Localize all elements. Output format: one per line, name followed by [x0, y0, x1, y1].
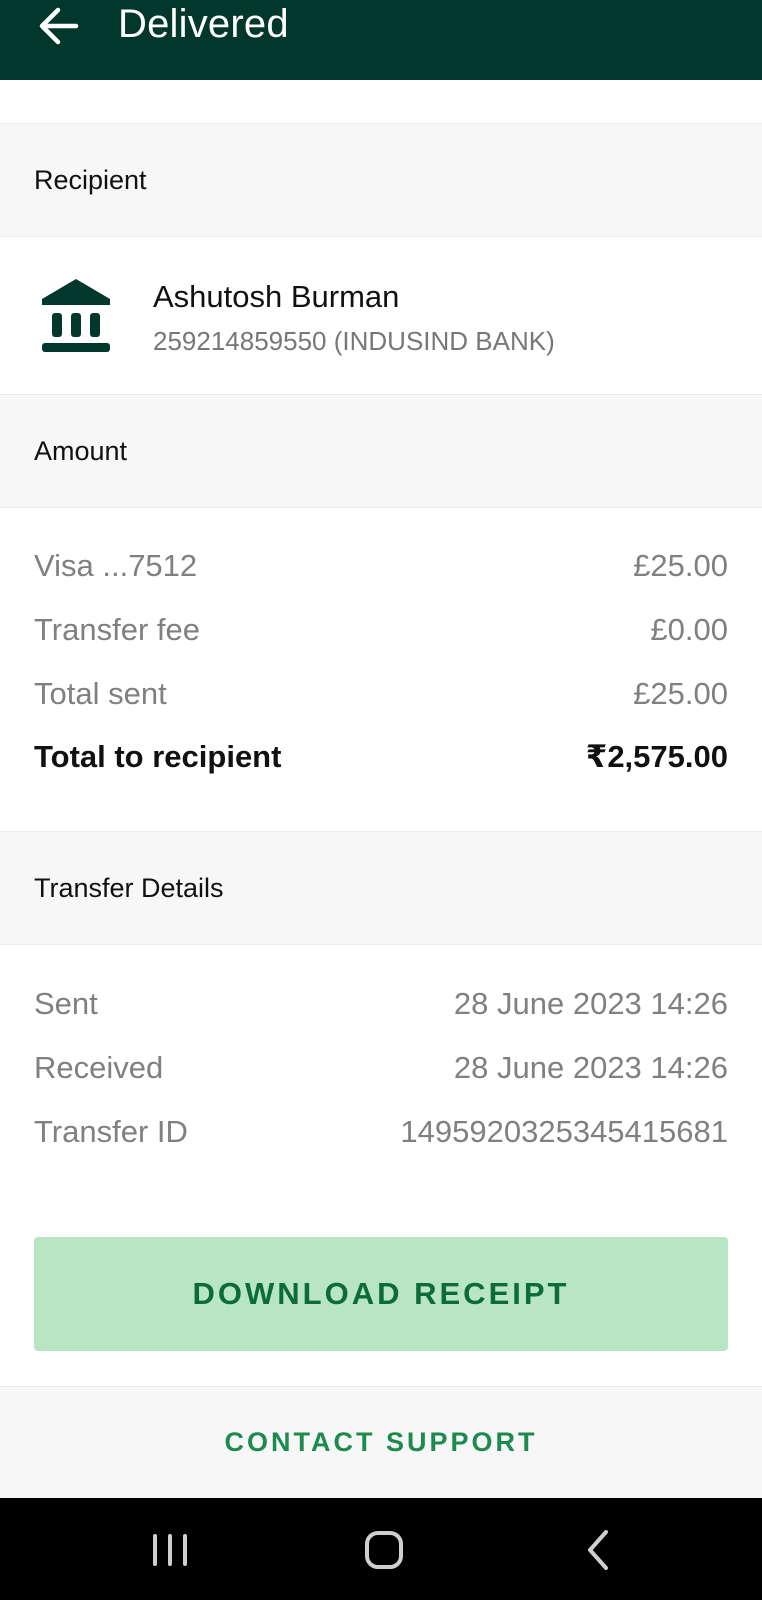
bank-icon — [42, 279, 110, 352]
contact-support-link[interactable]: CONTACT SUPPORT — [0, 1387, 762, 1497]
row-label: Total sent — [34, 676, 167, 711]
row-value: £0.00 — [650, 612, 728, 647]
home-icon[interactable] — [354, 1522, 414, 1578]
scrolled-content-edge — [0, 80, 762, 124]
row-label: Visa ...7512 — [34, 548, 198, 583]
recipient-section-header: Recipient — [0, 123, 762, 237]
row-label: Sent — [34, 986, 98, 1021]
recipient-account: 259214859550 (INDUSIND BANK) — [153, 326, 555, 356]
contact-support-area: CONTACT SUPPORT — [0, 1386, 762, 1498]
recents-icon[interactable] — [140, 1522, 200, 1578]
transfer-row-received: Received 28 June 2023 14:26 — [34, 1042, 728, 1094]
row-value: ₹2,575.00 — [585, 739, 728, 774]
transfer-row-sent: Sent 28 June 2023 14:26 — [34, 978, 728, 1030]
amount-row-fee: Transfer fee £0.00 — [34, 604, 728, 656]
recipient-heading: Recipient — [34, 165, 147, 195]
download-receipt-button[interactable]: DOWNLOAD RECEIPT — [34, 1237, 728, 1351]
amount-row-payment-method: Visa ...7512 £25.00 — [34, 540, 728, 592]
amount-section-header: Amount — [0, 394, 762, 508]
transfer-details-section-header: Transfer Details — [0, 831, 762, 945]
row-value: £25.00 — [633, 548, 728, 583]
download-receipt-label: DOWNLOAD RECEIPT — [192, 1276, 570, 1311]
row-value: 1495920325345415681 — [400, 1114, 728, 1149]
transfer-details-heading: Transfer Details — [34, 873, 224, 903]
app-bar: Delivered — [0, 0, 762, 80]
transfer-row-id: Transfer ID 1495920325345415681 — [34, 1106, 728, 1158]
arrow-left-icon[interactable] — [36, 4, 80, 48]
row-value: 28 June 2023 14:26 — [453, 1050, 728, 1085]
system-navigation-bar — [0, 1498, 762, 1600]
row-value: £25.00 — [633, 676, 728, 711]
contact-support-label: CONTACT SUPPORT — [224, 1426, 538, 1457]
row-label: Received — [34, 1050, 164, 1085]
page-title: Delivered — [118, 2, 289, 46]
amount-row-total-to-recipient: Total to recipient ₹2,575.00 — [34, 731, 728, 783]
amount-heading: Amount — [34, 436, 128, 466]
recipient-name: Ashutosh Burman — [153, 279, 400, 314]
row-label: Total to recipient — [34, 739, 282, 774]
row-label: Transfer ID — [34, 1114, 188, 1149]
back-chevron-icon[interactable] — [568, 1522, 628, 1578]
amount-row-total-sent: Total sent £25.00 — [34, 668, 728, 720]
row-value: 28 June 2023 14:26 — [453, 986, 728, 1021]
row-label: Transfer fee — [34, 612, 200, 647]
